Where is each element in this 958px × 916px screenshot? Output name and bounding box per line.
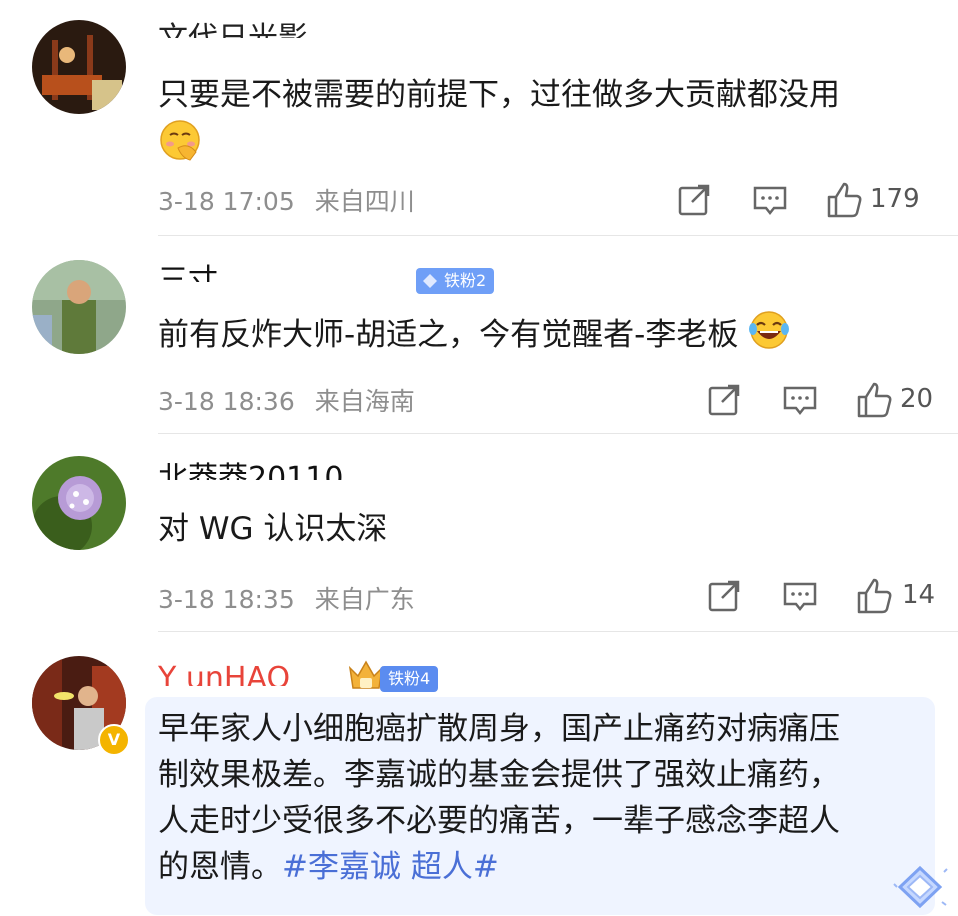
comment-content: 对 WG 认识太深: [158, 511, 388, 547]
avatar[interactable]: [32, 260, 126, 354]
share-icon[interactable]: [704, 576, 744, 616]
tears-of-joy-emoji: [748, 309, 790, 364]
like-count: 20: [900, 384, 934, 414]
like-icon[interactable]: [854, 576, 894, 616]
comment-icon[interactable]: [780, 576, 820, 616]
comment-line: 人走时少受很多不必要的痛苦，一辈子感念李超人: [158, 803, 840, 839]
comment-actions: 20: [704, 380, 934, 420]
share-icon[interactable]: [704, 380, 744, 420]
comment-location: 来自四川: [314, 187, 415, 216]
fan-badge: 铁粉2: [416, 268, 495, 294]
verified-badge: V: [98, 724, 130, 756]
comment-item: 文代日光影 只要是不被需要的前提下，过往做多大贡献都没用 3-18 17:05 …: [0, 0, 958, 236]
badge-label: 铁粉4: [388, 669, 431, 688]
like-icon[interactable]: [854, 380, 894, 420]
like-count: 179: [870, 184, 920, 214]
username[interactable]: 文代日光影: [158, 14, 308, 38]
comment-actions: 179: [674, 180, 934, 220]
comment-content: 前有反炸大师-胡适之，今有觉醒者-李老板: [158, 317, 739, 353]
comment-item: V Y unHAO 铁粉4 早年家人小细胞癌扩散周身，国产止痛药对病痛压 制效果…: [0, 632, 958, 915]
username[interactable]: 北莽莽20110: [158, 456, 343, 480]
comment-time: 3-18 18:35: [158, 585, 295, 614]
comment-meta: 3-18 18:36 来自海南: [158, 382, 427, 418]
comment-meta: 3-18 18:35 来自广东: [158, 580, 427, 616]
comment-meta: 3-18 17:05 来自四川: [158, 182, 427, 218]
diamond-icon: [423, 274, 437, 288]
comment-location: 来自海南: [314, 387, 415, 416]
comment-time: 3-18 18:36: [158, 387, 295, 416]
comment-line: 的恩情。: [158, 849, 282, 885]
comment-icon[interactable]: [750, 180, 790, 220]
comment-item: 三寸 铁粉2 前有反炸大师-胡适之，今有觉醒者-李老板 3-18 18:36 来…: [0, 236, 958, 434]
comment-text: 只要是不被需要的前提下，过往做多大贡献都没用: [158, 72, 840, 175]
username[interactable]: 三寸: [158, 258, 218, 282]
comment-location: 来自广东: [314, 585, 415, 614]
comment-time: 3-18 17:05: [158, 187, 295, 216]
like-count: 14: [902, 580, 936, 610]
comment-item: 北莽莽20110 对 WG 认识太深 3-18 18:35 来自广东 14: [0, 434, 958, 632]
badge-label: 铁粉2: [444, 271, 487, 290]
username[interactable]: Y unHAO: [158, 656, 290, 686]
face-with-hand-over-mouth-emoji: [158, 118, 202, 175]
comment-actions: 14: [704, 576, 936, 616]
comment-text: 前有反炸大师-胡适之，今有觉醒者-李老板: [158, 309, 790, 364]
comment-line: 制效果极差。李嘉诚的基金会提供了强效止痛药，: [158, 757, 840, 793]
comment-line: 早年家人小细胞癌扩散周身，国产止痛药对病痛压: [158, 711, 840, 747]
avatar[interactable]: [32, 456, 126, 550]
like-icon[interactable]: [824, 180, 864, 220]
comment-text: 早年家人小细胞癌扩散周身，国产止痛药对病痛压 制效果极差。李嘉诚的基金会提供了强…: [158, 706, 840, 890]
diamond-sticker-icon: [890, 862, 950, 912]
comment-content: 只要是不被需要的前提下，过往做多大贡献都没用: [158, 77, 840, 113]
comment-text: 对 WG 认识太深: [158, 506, 387, 552]
fan-badge: 铁粉4: [380, 666, 439, 692]
comment-icon[interactable]: [780, 380, 820, 420]
hashtag-link[interactable]: #李嘉诚 超人#: [282, 849, 499, 885]
share-icon[interactable]: [674, 180, 714, 220]
avatar[interactable]: [32, 20, 126, 114]
